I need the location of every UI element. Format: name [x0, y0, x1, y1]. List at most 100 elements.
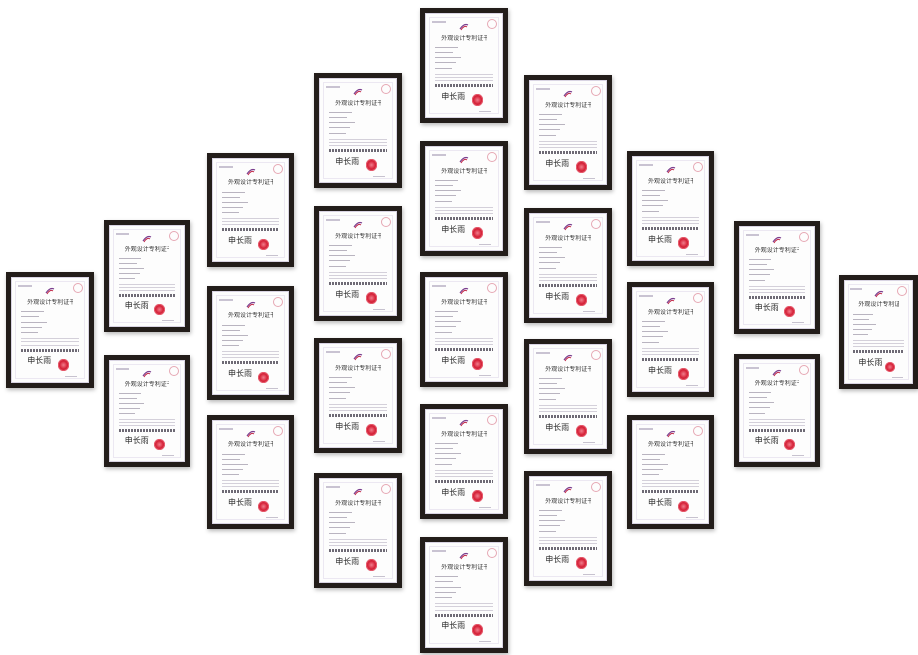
certificate-field-line	[222, 463, 248, 465]
patent-office-emblem-icon	[563, 487, 573, 494]
certificate-footer-mark	[265, 387, 278, 389]
certificate-barcode-strip	[539, 547, 597, 551]
certificate-frame: 外观设计专利证书 申长雨	[420, 537, 508, 653]
patent-office-emblem-icon	[353, 222, 363, 229]
certificate-field-line	[435, 586, 461, 588]
certificate-barcode-strip	[642, 227, 699, 231]
certificate-frame: 外观设计专利证书 申长雨	[420, 141, 508, 256]
corner-stamp	[692, 162, 703, 173]
corner-stamp	[692, 426, 703, 437]
certificate-number-mark	[219, 166, 233, 169]
certificate-title: 外观设计专利证书	[441, 34, 487, 42]
certificate-frame: 外观设计专利证书 申长雨	[314, 473, 402, 588]
certificate-field-line	[539, 119, 558, 121]
certificate-field-line	[329, 527, 351, 529]
patent-office-emblem-icon	[459, 157, 469, 164]
certificate-field-line	[329, 127, 351, 129]
official-seal	[258, 238, 270, 250]
patent-office-emblem-icon	[563, 91, 573, 98]
director-signature: 申长雨	[335, 289, 360, 299]
certificate-field-line	[118, 278, 136, 279]
certificate-field-line	[222, 468, 243, 470]
certificate-field-line	[435, 185, 454, 187]
corner-stamp	[692, 293, 703, 304]
certificate-field-line	[329, 397, 346, 399]
certificate-number-mark	[326, 219, 340, 222]
patent-office-emblem-icon	[874, 291, 883, 298]
certificate-barcode-strip	[539, 151, 597, 155]
certificate-field-line	[222, 474, 239, 476]
certificate-field-line	[329, 392, 351, 394]
certificate-barcode-strip	[853, 350, 904, 354]
certificate-title: 外观设计专利证书	[441, 563, 487, 571]
corner-stamp	[798, 232, 809, 243]
certificate-body-text	[222, 354, 279, 356]
certificate-frame: 外观设计专利证书 申长雨	[420, 404, 508, 519]
certificate-footer-mark	[479, 374, 492, 376]
corner-stamp	[798, 365, 809, 376]
certificate-field-line	[329, 132, 346, 134]
certificate-field-line	[329, 117, 348, 119]
official-seal	[471, 624, 483, 636]
patent-certificate: 外观设计专利证书 申长雨	[11, 277, 89, 383]
certificate-title: 外观设计专利证书	[335, 499, 381, 507]
certificate-field-line	[853, 313, 874, 315]
corner-stamp	[590, 482, 601, 493]
certificate-body-text	[642, 350, 699, 352]
patent-office-emblem-icon	[45, 288, 55, 295]
director-signature: 申长雨	[754, 302, 779, 312]
certificate-frame: 外观设计专利证书 申长雨	[524, 208, 612, 323]
certificate-body-text	[435, 606, 493, 608]
certificate-number-mark	[432, 285, 446, 288]
certificate-body-text	[222, 483, 279, 485]
certificate-field-line	[642, 474, 659, 476]
certificate-frame: 外观设计专利证书 申长雨	[207, 286, 294, 400]
official-seal	[57, 359, 69, 371]
certificate-body-text	[748, 291, 806, 293]
certificate-number-mark	[536, 484, 550, 487]
certificate-body-text	[329, 141, 387, 143]
certificate-footer-mark	[161, 320, 174, 321]
certificate-footer-mark	[373, 440, 386, 442]
certificate-wall: 外观设计专利证书 申长雨 外观设计专利证书 申长雨 外观设计专利证书 申长雨 外…	[0, 0, 918, 655]
certificate-body-text	[435, 340, 493, 342]
patent-office-emblem-icon	[353, 489, 363, 496]
certificate-title: 外观设计专利证书	[754, 247, 800, 255]
patent-office-emblem-icon	[246, 169, 255, 176]
certificate-field-line	[642, 210, 659, 212]
certificate-field-line	[435, 179, 458, 181]
certificate-field-line	[21, 316, 40, 318]
certificate-frame: 外观设计专利证书 申长雨	[524, 75, 612, 190]
certificate-body-text	[435, 343, 493, 345]
official-seal	[365, 159, 377, 171]
certificate-body-text	[539, 276, 597, 278]
certificate-body-text	[748, 424, 806, 426]
certificate-field-line	[329, 111, 352, 113]
certificate-body-text	[435, 212, 493, 214]
certificate-field-line	[435, 62, 457, 64]
director-signature: 申长雨	[545, 158, 570, 168]
certificate-body-text	[118, 425, 176, 426]
certificate-body-text	[329, 274, 387, 276]
certificate-body-text	[118, 419, 176, 420]
certificate-footer-mark	[685, 253, 698, 255]
certificate-body-text	[435, 469, 493, 471]
director-signature: 申长雨	[858, 357, 883, 367]
certificate-body-text	[329, 138, 387, 140]
certificate-field-line	[748, 412, 766, 414]
patent-office-emblem-icon	[772, 369, 782, 377]
certificate-body-text	[435, 337, 493, 339]
patent-certificate: 外观设计专利证书 申长雨	[212, 420, 289, 524]
director-signature: 申长雨	[545, 291, 570, 301]
certificate-field-line	[539, 525, 561, 527]
official-seal	[575, 425, 587, 437]
certificate-barcode-strip	[435, 480, 493, 484]
certificate-field-line	[435, 331, 452, 333]
patent-certificate: 外观设计专利证书 申长雨	[109, 225, 185, 327]
certificate-field-line	[642, 326, 660, 328]
certificate-field-line	[329, 260, 351, 262]
certificate-footer-mark	[373, 308, 386, 310]
corner-stamp	[380, 217, 391, 228]
official-seal	[678, 500, 690, 512]
director-signature: 申长雨	[124, 301, 149, 310]
